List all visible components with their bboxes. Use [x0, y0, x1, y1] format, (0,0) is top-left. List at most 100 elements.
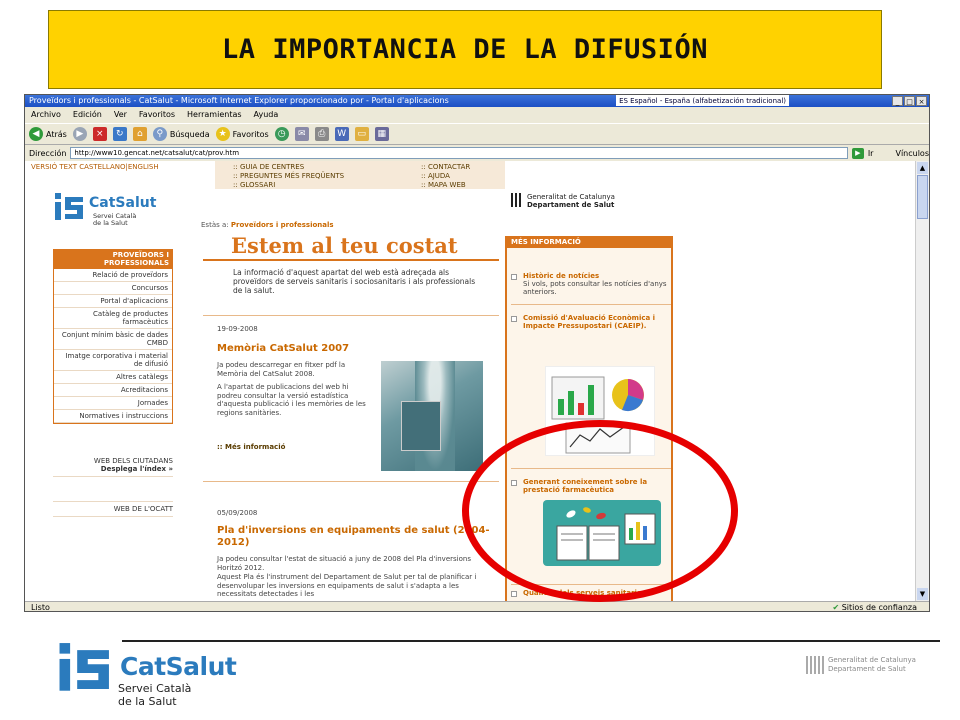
nav-item-acreditacions[interactable]: Acreditacions: [54, 384, 172, 397]
messenger-icon[interactable]: ▦: [374, 127, 389, 141]
search-button[interactable]: ⚲ Búsqueda: [152, 127, 210, 141]
nav-item-cmbd[interactable]: Conjunt mínim bàsic de dades CMBD: [54, 329, 172, 350]
top-links-left: :: GUIA DE CENTRES :: PREGUNTES MÉS FREQ…: [233, 163, 344, 190]
pharma-knowledge-image[interactable]: [543, 500, 661, 566]
pharma-illustration-icon: [556, 507, 656, 561]
side-item-qualitat[interactable]: Qualitat dels serveis sanitaris: [523, 589, 671, 597]
bullet-icon: [511, 274, 517, 280]
news-more-link[interactable]: :: Més informació: [217, 443, 285, 451]
slide-title: LA IMPORTANCIA DE LA DIFUSIÓN: [222, 34, 708, 65]
footer-logo-sub-1: Servei Català: [118, 682, 192, 695]
menu-favoritos[interactable]: Favoritos: [139, 108, 175, 122]
link-preguntes[interactable]: :: PREGUNTES MÉS FREQÜENTS: [233, 172, 344, 181]
vertical-scrollbar[interactable]: ▲ ▼: [915, 161, 929, 601]
nav-item-portal[interactable]: Portal d'aplicacions: [54, 295, 172, 308]
menu-archivo[interactable]: Archivo: [31, 108, 61, 122]
back-button[interactable]: ◀ Atrás: [29, 127, 67, 141]
star-icon: ★: [215, 127, 230, 141]
caeip-chart-image[interactable]: [545, 366, 655, 456]
nav-item-jornades[interactable]: Jornades: [54, 397, 172, 410]
address-bar: Dirección http://www10.gencat.net/catsal…: [25, 146, 929, 160]
language-links[interactable]: VERSIÓ TEXT CASTELLANO|ENGLISH: [31, 163, 159, 171]
link-mapa-web[interactable]: :: MAPA WEB: [421, 181, 470, 190]
nav-item-altres[interactable]: Altres catàlegs: [54, 371, 172, 384]
slide: LA IMPORTANCIA DE LA DIFUSIÓN Proveïdors…: [0, 0, 960, 720]
stop-icon[interactable]: ×: [92, 127, 107, 141]
memoria-cover-image[interactable]: [381, 361, 483, 471]
forward-arrow-icon[interactable]: ▶: [72, 127, 87, 141]
scroll-up-icon[interactable]: ▲: [917, 162, 928, 174]
gencat-line-2: Departament de Salut: [527, 201, 615, 209]
browser-window: Proveïdors i professionals - CatSalut - …: [24, 94, 930, 612]
minimize-button[interactable]: _: [892, 96, 903, 106]
scroll-thumb[interactable]: [917, 175, 928, 219]
more-info-column: MÉS INFORMACIÓ Històric de notícies Si v…: [505, 236, 673, 601]
news-body-1a: Ja podeu descarregar en fitxer pdf la Me…: [217, 361, 346, 378]
home-icon[interactable]: ⌂: [132, 127, 147, 141]
nav-ocatt[interactable]: WEB DE L'OCATT: [53, 501, 173, 517]
language-bar[interactable]: ES Español - España (alfabetización trad…: [616, 95, 789, 106]
bullet-icon: [511, 316, 517, 322]
news-separator-1: [203, 315, 499, 316]
nav-item-cataleg[interactable]: Catàleg de productes farmacèutics: [54, 308, 172, 329]
breadcrumb-current[interactable]: Proveïdors i professionals: [231, 221, 334, 229]
news-body-2b: Aquest Pla és l'instrument del Departame…: [217, 573, 477, 598]
more-info-head: MÉS INFORMACIÓ: [507, 236, 671, 248]
back-arrow-icon: ◀: [29, 127, 43, 141]
gencat-bars-icon: [511, 193, 523, 207]
menu-herramientas[interactable]: Herramientas: [187, 108, 242, 122]
side-item-farmaceutica[interactable]: Generant coneixement sobre la prestació …: [523, 478, 671, 494]
side-item-qualitat-title: Qualitat dels serveis sanitaris: [523, 589, 642, 597]
main-title-rule: [203, 259, 499, 261]
refresh-icon[interactable]: ↻: [112, 127, 127, 141]
news-separator-2: [203, 481, 499, 482]
gencat-logo[interactable]: Generalitat de Catalunya Departament de …: [511, 193, 615, 209]
links-label[interactable]: Vínculos: [895, 149, 929, 158]
link-glossari[interactable]: :: GLOSSARI: [233, 181, 344, 190]
nav-item-normatives[interactable]: Normatives i instruccions: [54, 410, 172, 423]
menu-edicion[interactable]: Edición: [73, 108, 102, 122]
footer-catsalut-logo-icon: [59, 643, 109, 691]
gencat-line-1: Generalitat de Catalunya: [527, 193, 615, 201]
side-item-caeip-title: Comissió d'Avaluació Econòmica i Impacte…: [523, 314, 656, 330]
menu-ver[interactable]: Ver: [114, 108, 127, 122]
search-label: Búsqueda: [169, 129, 210, 139]
address-input[interactable]: http://www10.gencat.net/catsalut/cat/pro…: [70, 147, 848, 159]
nav-item-relacio[interactable]: Relació de proveïdors: [54, 269, 172, 282]
link-guia-centres[interactable]: :: GUIA DE CENTRES: [233, 163, 344, 172]
footer-gencat-logo: Generalitat de Catalunya Departament de …: [806, 656, 916, 674]
nav-item-imatge[interactable]: Imatge corporativa i material de difusió: [54, 350, 172, 371]
print-icon[interactable]: ⎙: [314, 127, 329, 141]
logo-name: CatSalut: [89, 195, 157, 211]
side-separator-3: [511, 584, 671, 585]
news-title-1[interactable]: Memòria CatSalut 2007: [217, 343, 349, 355]
footer-logo-sub-2: de la Salut: [118, 695, 177, 708]
nav-citizens[interactable]: WEB DELS CIUTADANS Desplega l'índex »: [53, 457, 173, 477]
scroll-down-icon[interactable]: ▼: [917, 588, 928, 600]
mail-icon[interactable]: ✉: [294, 127, 309, 141]
close-button[interactable]: ×: [916, 96, 927, 106]
nav-item-concursos[interactable]: Concursos: [54, 282, 172, 295]
favorites-button[interactable]: ★ Favoritos: [215, 127, 269, 141]
bullet-icon: [511, 591, 517, 597]
news-title-2[interactable]: Pla d'inversions en equipaments de salut…: [217, 525, 502, 549]
footer-gencat-bars-icon: [806, 656, 824, 674]
side-separator-1: [511, 304, 671, 305]
go-label[interactable]: Ir: [868, 149, 874, 158]
history-icon[interactable]: ◷: [274, 127, 289, 141]
menu-ayuda[interactable]: Ayuda: [254, 108, 279, 122]
link-contactar[interactable]: :: CONTACTAR: [421, 163, 470, 172]
footer-logo-subtitle: Servei Català de la Salut: [118, 682, 191, 708]
link-ajuda[interactable]: :: AJUDA: [421, 172, 470, 181]
go-arrow-icon[interactable]: ▶: [851, 147, 864, 159]
maximize-button[interactable]: □: [904, 96, 915, 106]
nav-list: Relació de proveïdors Concursos Portal d…: [53, 269, 173, 424]
edit-icon[interactable]: W: [334, 127, 349, 141]
folder-icon[interactable]: ▭: [354, 127, 369, 141]
catsalut-logo[interactable]: CatSalut Servei Català de la Salut: [53, 189, 156, 227]
side-item-caeip[interactable]: Comissió d'Avaluació Econòmica i Impacte…: [523, 314, 671, 330]
status-bar: Listo ✔ Sitios de confianza: [25, 601, 929, 611]
side-item-historic[interactable]: Històric de notícies Si vols, pots consu…: [523, 272, 671, 296]
nav-citizens-title: WEB DELS CIUTADANS: [93, 457, 173, 465]
news-body-1b: A l'apartat de publicacions del web hi p…: [217, 383, 366, 417]
